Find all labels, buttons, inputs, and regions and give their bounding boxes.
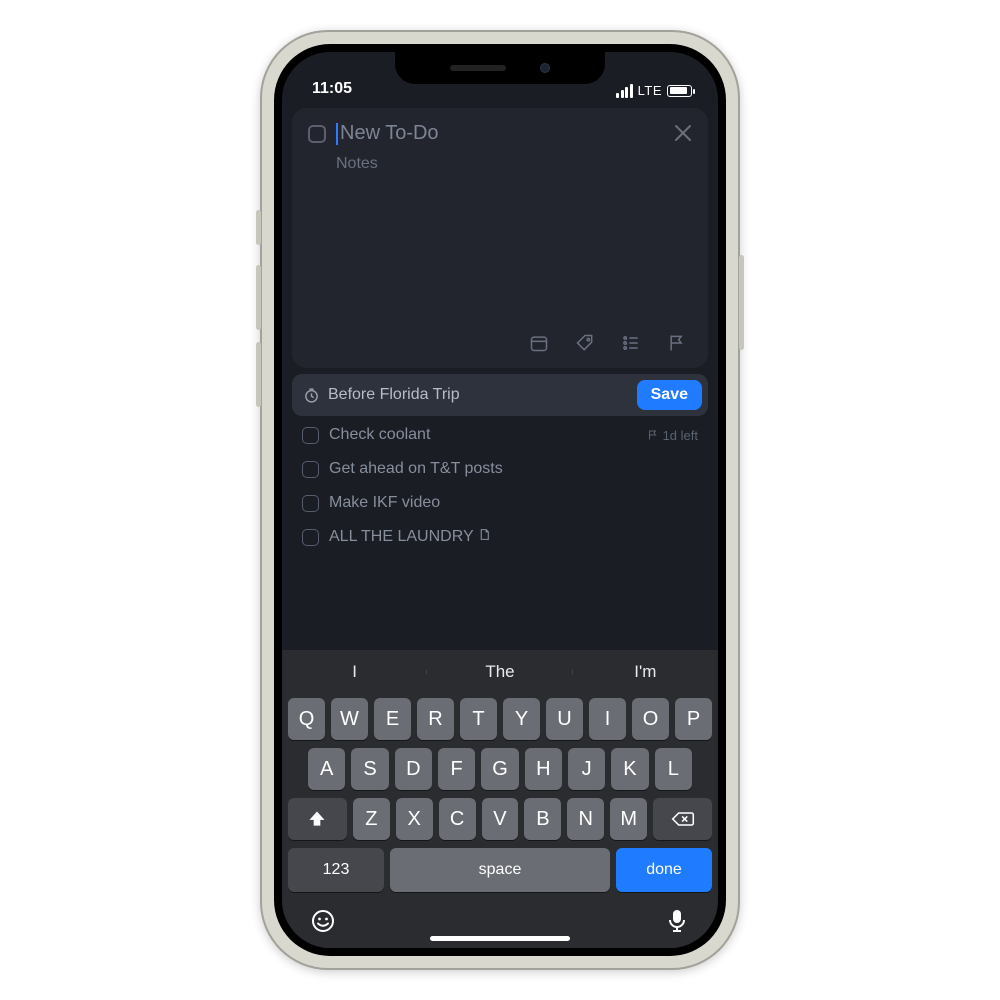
todo-text: Get ahead on T&T posts — [329, 460, 698, 478]
todo-checkbox[interactable] — [302, 427, 319, 444]
done-key[interactable]: done — [616, 848, 712, 892]
list-assignment-bar[interactable]: Before Florida Trip Save — [292, 374, 708, 416]
key-f[interactable]: F — [438, 748, 475, 790]
todo-item[interactable]: Check coolant 1d left — [296, 426, 704, 444]
todos-list: Check coolant 1d left Get ahead on T&T po… — [292, 416, 708, 546]
home-indicator[interactable] — [430, 936, 570, 941]
front-camera — [540, 63, 550, 73]
keyboard-suggestions: ITheI'm — [282, 650, 718, 694]
key-a[interactable]: A — [308, 748, 345, 790]
key-t[interactable]: T — [460, 698, 497, 740]
key-o[interactable]: O — [632, 698, 669, 740]
todo-checkbox[interactable] — [302, 495, 319, 512]
key-v[interactable]: V — [482, 798, 519, 840]
new-todo-title-input[interactable]: New To-Do — [336, 122, 692, 145]
checklist-icon[interactable] — [620, 332, 642, 354]
emoji-key[interactable] — [310, 908, 336, 934]
tag-icon[interactable] — [574, 332, 596, 354]
key-l[interactable]: L — [655, 748, 692, 790]
key-x[interactable]: X — [396, 798, 433, 840]
key-p[interactable]: P — [675, 698, 712, 740]
keyboard: ITheI'm QWERTYUIOP ASDFGHJKL ZXCVBNM 123… — [282, 650, 718, 948]
key-d[interactable]: D — [395, 748, 432, 790]
key-z[interactable]: Z — [353, 798, 390, 840]
todo-text: ALL THE LAUNDRY — [329, 528, 698, 546]
key-n[interactable]: N — [567, 798, 604, 840]
key-s[interactable]: S — [351, 748, 388, 790]
todo-item[interactable]: Get ahead on T&T posts — [296, 460, 704, 478]
key-c[interactable]: C — [439, 798, 476, 840]
todo-meta: 1d left — [647, 428, 698, 443]
key-j[interactable]: J — [568, 748, 605, 790]
key-m[interactable]: M — [610, 798, 647, 840]
key-h[interactable]: H — [525, 748, 562, 790]
text-cursor — [336, 123, 338, 145]
calendar-icon[interactable] — [528, 332, 550, 354]
key-g[interactable]: G — [481, 748, 518, 790]
keyboard-suggestion[interactable]: I — [282, 662, 427, 682]
flag-icon[interactable] — [666, 332, 688, 354]
new-todo-checkbox[interactable] — [308, 125, 326, 143]
mute-switch — [256, 210, 261, 245]
screen: 11:05 LTE New To-Do — [282, 52, 718, 948]
volume-down-button — [256, 342, 261, 407]
note-indicator-icon — [478, 528, 491, 541]
todo-item[interactable]: Make IKF video — [296, 494, 704, 512]
new-todo-notes-input[interactable]: Notes — [336, 155, 692, 173]
todo-checkbox[interactable] — [302, 461, 319, 478]
speaker — [450, 65, 506, 71]
battery-icon — [667, 85, 692, 97]
todo-checkbox[interactable] — [302, 529, 319, 546]
keyboard-suggestion[interactable]: I'm — [573, 662, 718, 682]
new-todo-notes-placeholder: Notes — [336, 155, 378, 172]
signal-bars-icon — [616, 84, 633, 98]
key-i[interactable]: I — [589, 698, 626, 740]
notch — [395, 52, 605, 84]
status-time: 11:05 — [312, 80, 352, 98]
dictation-key[interactable] — [664, 908, 690, 934]
card-toolbar — [308, 324, 692, 360]
key-y[interactable]: Y — [503, 698, 540, 740]
key-u[interactable]: U — [546, 698, 583, 740]
new-todo-title-placeholder: New To-Do — [340, 122, 439, 144]
shift-key[interactable] — [288, 798, 347, 840]
save-button[interactable]: Save — [637, 380, 702, 410]
volume-up-button — [256, 265, 261, 330]
todo-item[interactable]: ALL THE LAUNDRY — [296, 528, 704, 546]
key-q[interactable]: Q — [288, 698, 325, 740]
key-e[interactable]: E — [374, 698, 411, 740]
key-r[interactable]: R — [417, 698, 454, 740]
key-w[interactable]: W — [331, 698, 368, 740]
space-key[interactable]: space — [390, 848, 610, 892]
new-todo-card: New To-Do Notes — [292, 108, 708, 368]
key-b[interactable]: B — [524, 798, 561, 840]
numbers-key[interactable]: 123 — [288, 848, 384, 892]
phone-frame: 11:05 LTE New To-Do — [260, 30, 740, 970]
deadline-icon — [302, 386, 320, 404]
power-button — [739, 255, 744, 350]
keyboard-suggestion[interactable]: The — [427, 662, 572, 682]
todo-text: Make IKF video — [329, 494, 698, 512]
todo-text: Check coolant — [329, 426, 637, 444]
key-k[interactable]: K — [611, 748, 648, 790]
list-name-label: Before Florida Trip — [328, 386, 629, 404]
network-label: LTE — [638, 83, 662, 98]
backspace-key[interactable] — [653, 798, 712, 840]
